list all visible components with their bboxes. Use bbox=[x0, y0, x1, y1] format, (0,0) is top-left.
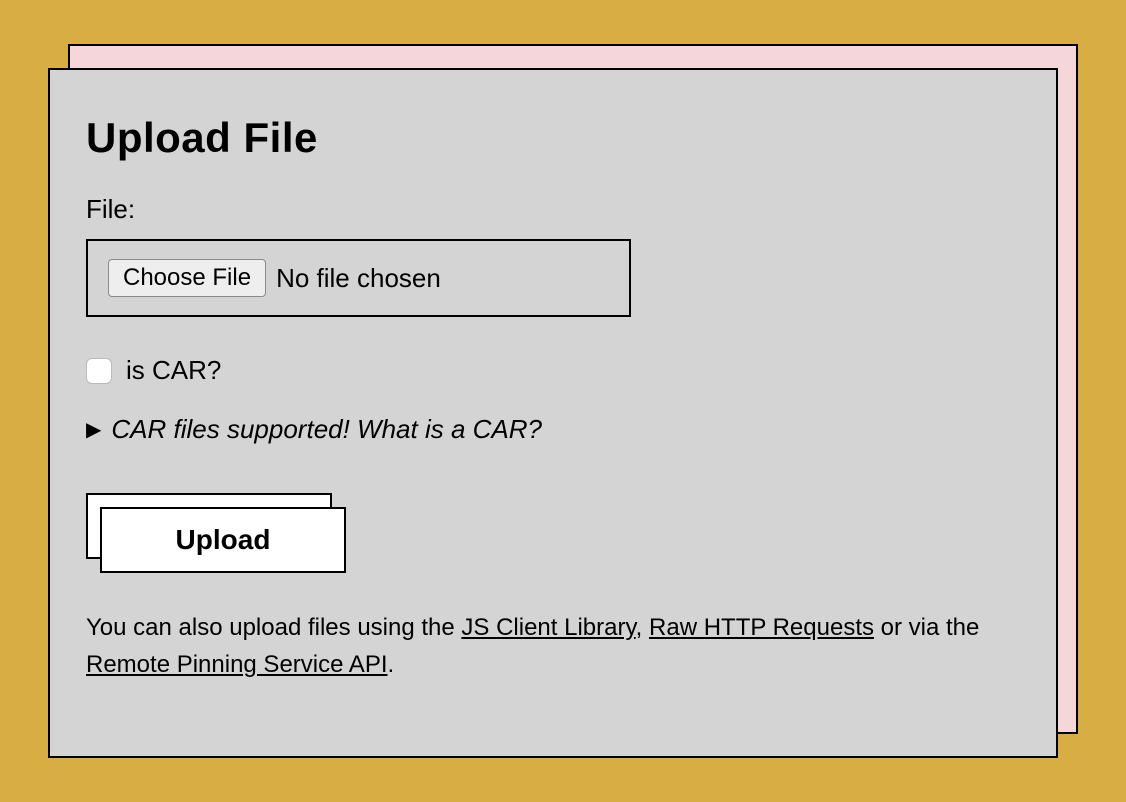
upload-button[interactable]: Upload bbox=[100, 507, 346, 573]
js-client-library-link[interactable]: JS Client Library bbox=[461, 614, 635, 641]
choose-file-button[interactable]: Choose File bbox=[108, 259, 266, 297]
is-car-label: is CAR? bbox=[126, 355, 221, 386]
file-input[interactable]: Choose File No file chosen bbox=[86, 239, 631, 317]
footer-text: You can also upload files using the JS C… bbox=[86, 609, 1020, 683]
footer-prefix: You can also upload files using the bbox=[86, 614, 461, 641]
raw-http-requests-link[interactable]: Raw HTTP Requests bbox=[649, 614, 874, 641]
car-details-summary: CAR files supported! What is a CAR? bbox=[111, 414, 542, 445]
disclosure-triangle-icon: ▶ bbox=[86, 420, 101, 440]
file-status-text: No file chosen bbox=[276, 263, 441, 294]
page-title: Upload File bbox=[86, 114, 1020, 162]
remote-pinning-api-link[interactable]: Remote Pinning Service API bbox=[86, 651, 388, 678]
is-car-checkbox[interactable] bbox=[86, 358, 112, 384]
footer-sep2: or via the bbox=[874, 614, 979, 641]
footer-sep1: , bbox=[636, 614, 649, 641]
file-label: File: bbox=[86, 194, 1020, 225]
upload-panel: Upload File File: Choose File No file ch… bbox=[48, 68, 1058, 758]
car-details-toggle[interactable]: ▶ CAR files supported! What is a CAR? bbox=[86, 414, 1020, 445]
footer-suffix: . bbox=[388, 651, 395, 678]
